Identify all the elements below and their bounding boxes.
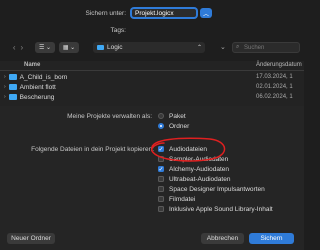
radio-paket[interactable]: Paket [158, 111, 189, 121]
group-button[interactable]: ▦ ⌄ [59, 42, 79, 53]
checkbox-alchemy[interactable]: ✓ Alchemy-Audiodaten [158, 164, 273, 174]
list-item[interactable]: › Ambient flott 02.01.2024, 1 [4, 82, 304, 92]
checkbox-sound-library[interactable]: Inklusive Apple Sound Library-Inhalt [158, 204, 273, 214]
tags-field[interactable] [131, 25, 212, 35]
disclosure-icon[interactable]: › [4, 84, 6, 90]
chevron-up-icon: ︿ [202, 11, 209, 18]
disclosure-icon[interactable]: › [4, 74, 6, 80]
back-forward-buttons[interactable]: ‹ › [7, 42, 29, 53]
expand-icon[interactable]: ⌄ [220, 43, 226, 51]
radio-ordner[interactable]: Ordner [158, 121, 189, 131]
column-name-header[interactable]: Name [24, 62, 40, 68]
new-folder-button[interactable]: Neuer Ordner [7, 233, 55, 244]
folder-icon [8, 94, 17, 100]
list-item[interactable]: › Bescherung 06.02.2024, 1 [4, 92, 304, 102]
cancel-button[interactable]: Abbrechen [201, 233, 244, 244]
checkbox-filmdatei[interactable]: Filmdatei [158, 194, 273, 204]
filename-field[interactable]: Projekt.logicx [131, 8, 197, 18]
save-button[interactable]: Sichern [249, 233, 294, 244]
checkbox-space-designer[interactable]: Space Designer Impulsantworten [158, 184, 273, 194]
file-list: › A_Child_is_born 17.03.2024, 1 › Ambien… [4, 72, 304, 102]
chevron-left-icon: ‹ [12, 43, 16, 52]
save-as-label: Sichern unter: [85, 10, 126, 17]
grid-icon: ▦ ⌄ [62, 45, 76, 51]
chevron-updown-icon: ⌃ [196, 45, 202, 51]
disclosure-icon[interactable]: › [4, 94, 6, 100]
view-mode-button[interactable]: ☰ ⌄ [35, 42, 55, 53]
list-view-icon: ☰ ⌄ [38, 45, 52, 51]
copy-label: Folgende Dateien in dein Projekt kopiere… [31, 146, 154, 153]
manage-options: Paket Ordner [158, 111, 189, 131]
chevron-right-icon: › [20, 43, 24, 52]
collapse-button[interactable]: ︿ [200, 8, 212, 18]
search-icon: ⌕ [236, 44, 240, 50]
checkbox-ultrabeat[interactable]: Ultrabeat-Audiodaten [158, 174, 273, 184]
column-date-header[interactable]: Änderungsdatum [256, 62, 302, 68]
list-item[interactable]: › A_Child_is_born 17.03.2024, 1 [4, 72, 304, 82]
folder-icon [8, 84, 17, 90]
search-field[interactable]: ⌕ Suchen [232, 42, 300, 53]
folder-icon [97, 45, 104, 50]
annotation-circle [150, 137, 226, 162]
location-popup[interactable]: Logic ⌃ [93, 42, 205, 53]
column-header: Name Änderungsdatum [0, 61, 304, 71]
folder-icon [8, 74, 17, 80]
tags-label: Tags: [110, 27, 126, 34]
manage-label: Meine Projekte verwalten als: [67, 113, 152, 120]
